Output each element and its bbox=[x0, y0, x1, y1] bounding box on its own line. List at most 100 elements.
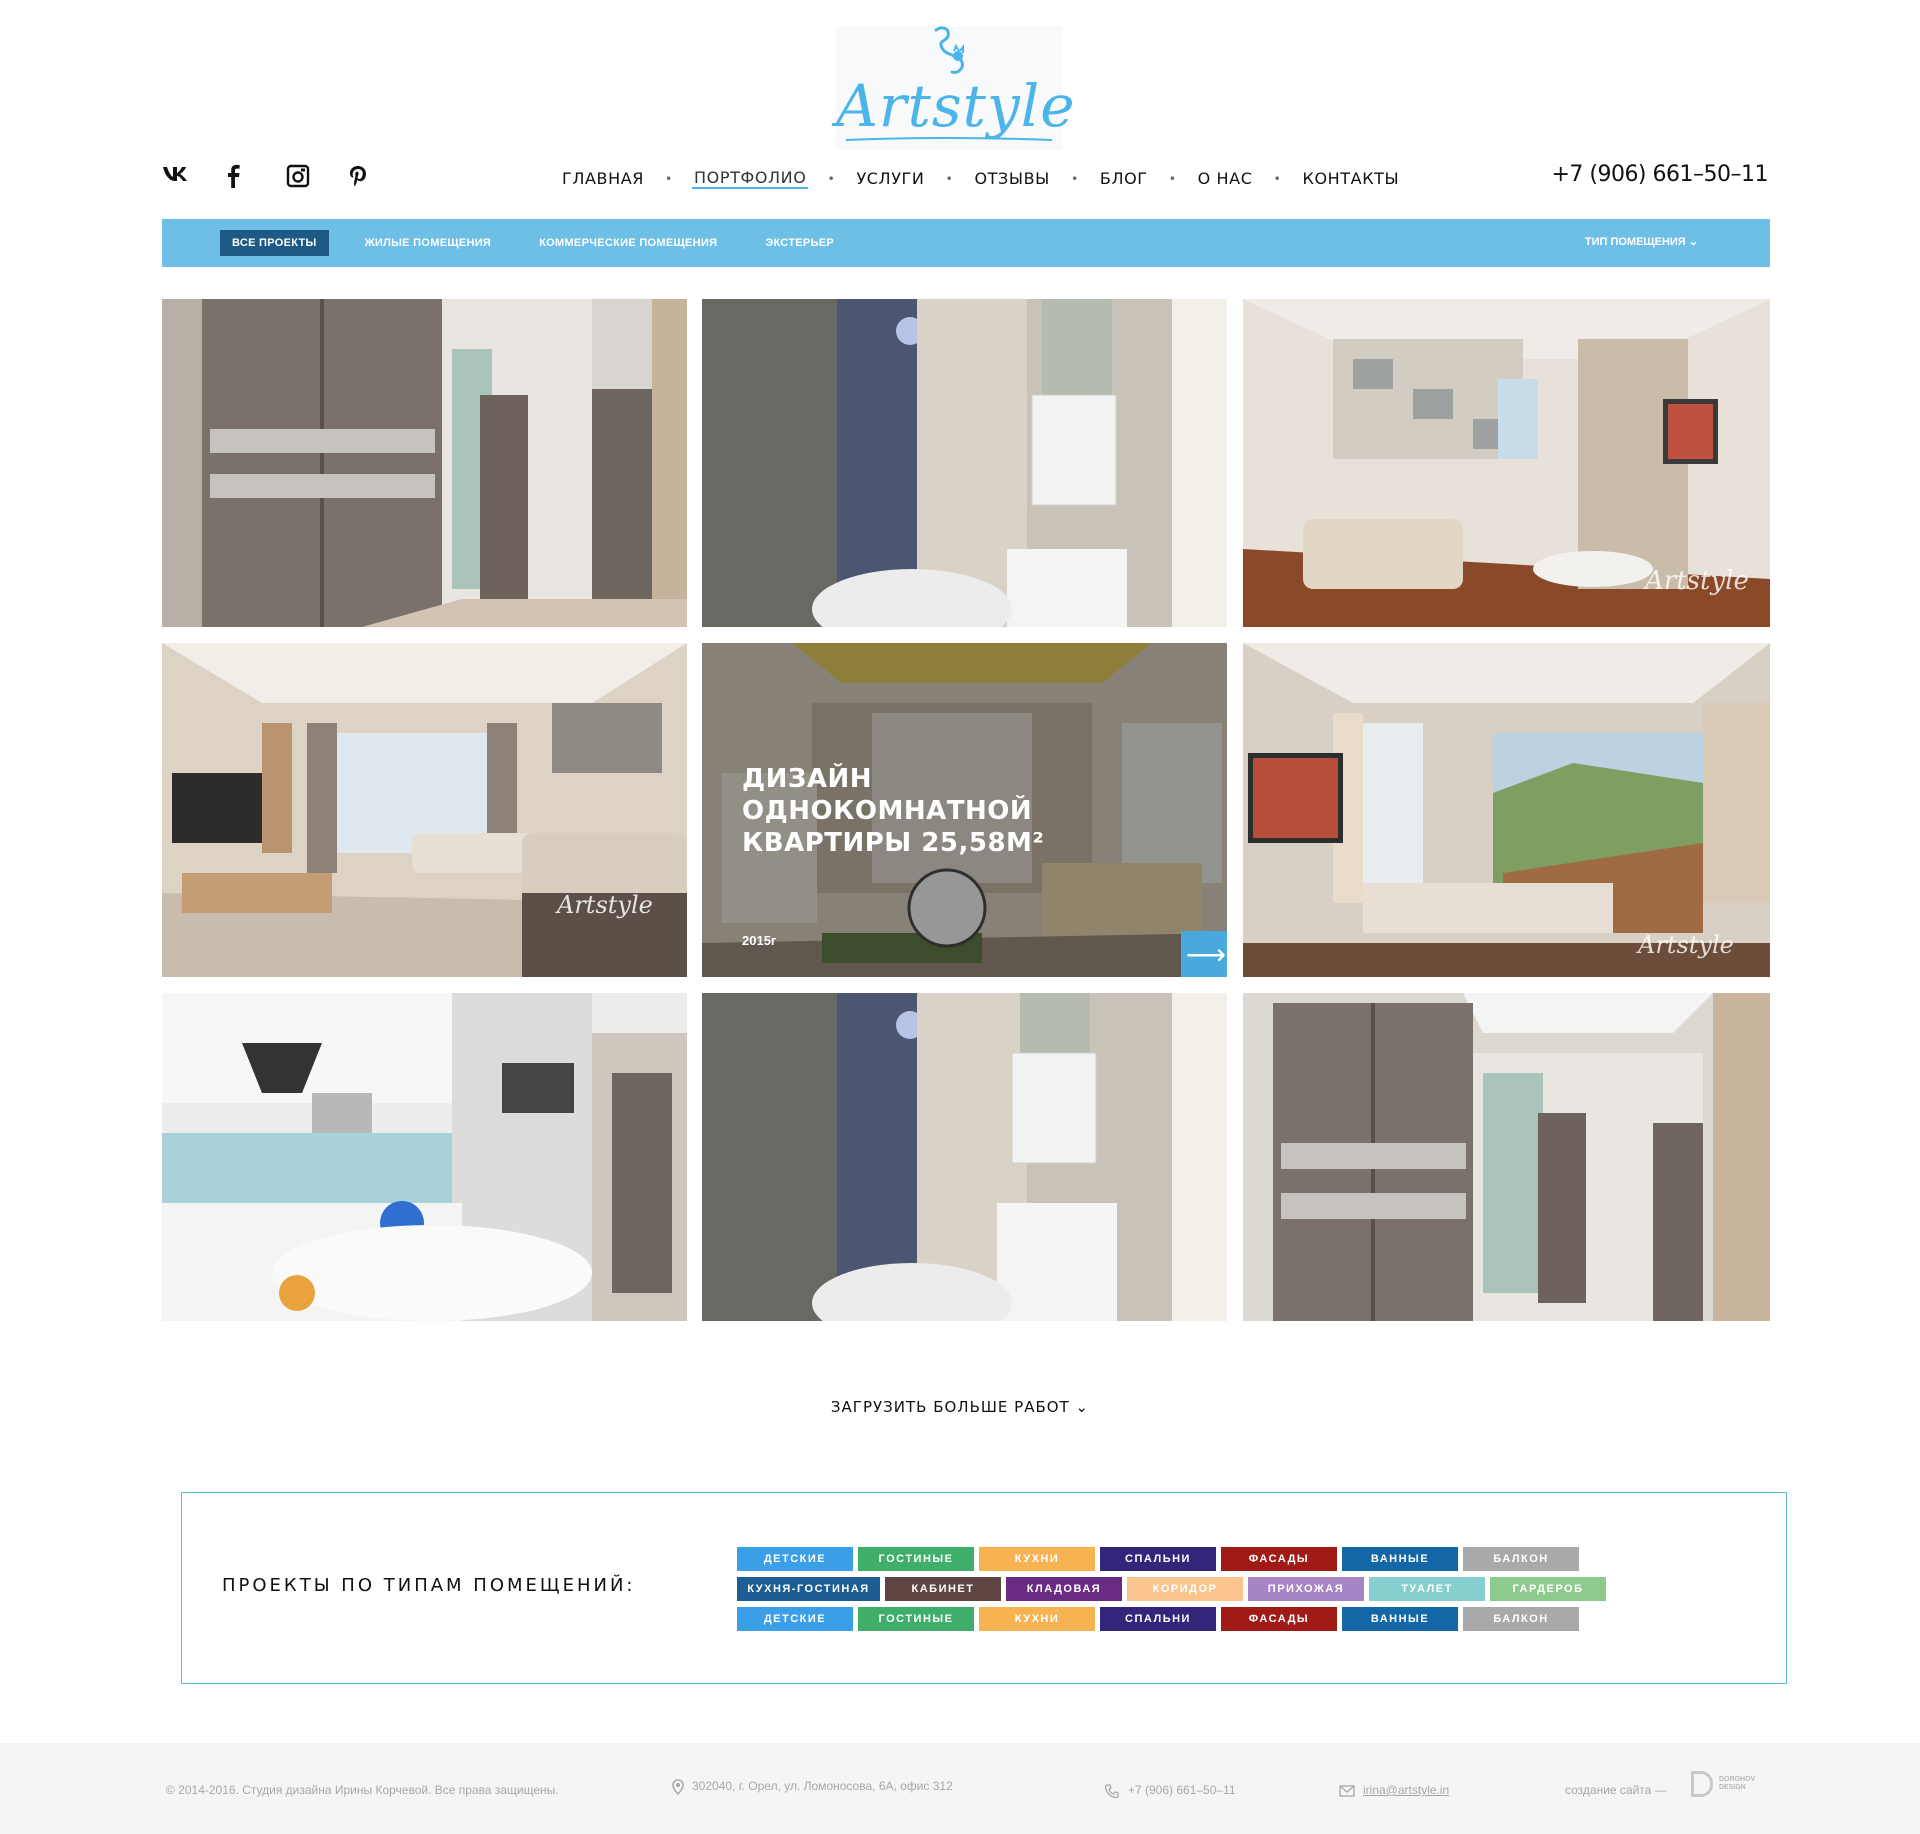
hallway-image bbox=[162, 299, 687, 627]
room-type-tag[interactable]: КАБИНЕТ bbox=[885, 1577, 1001, 1601]
hallway-2-image bbox=[1243, 993, 1770, 1321]
tile-watermark: Artstyle bbox=[555, 891, 653, 919]
filter-exterior[interactable]: ЭКСТЕРЬЕР bbox=[765, 237, 834, 249]
address-text: 302040, г. Орел, ул. Ломоносова, 6А, офи… bbox=[692, 1779, 953, 1794]
bathroom-image bbox=[702, 299, 1227, 627]
nav-separator: • bbox=[827, 171, 836, 186]
vk-icon[interactable] bbox=[162, 164, 224, 192]
room-type-tag[interactable]: КОРИДОР bbox=[1127, 1577, 1243, 1601]
room-type-tag[interactable]: БАЛКОН bbox=[1463, 1547, 1579, 1571]
room-type-tag[interactable]: БАЛКОН bbox=[1463, 1607, 1579, 1631]
study-image: Artstyle bbox=[1243, 299, 1770, 627]
nav-item-reviews[interactable]: ОТЗЫВЫ bbox=[972, 169, 1051, 188]
room-types-panel: ПРОЕКТЫ ПО ТИПАМ ПОМЕЩЕНИЙ: ДЕТСКИЕ ГОСТИ… bbox=[181, 1492, 1787, 1684]
portfolio-tile-hallway[interactable] bbox=[162, 299, 687, 627]
credit-brand-2: DESIGN bbox=[1719, 1784, 1746, 1791]
site-credit-text: создание сайта — bbox=[1565, 1783, 1667, 1797]
nav-separator: • bbox=[1071, 171, 1079, 186]
room-type-tag-row: ДЕТСКИЕ ГОСТИНЫЕ КУХНИ СПАЛЬНИ ФАСАДЫ ВАННЫЕ Б… bbox=[737, 1547, 1611, 1571]
portfolio-tile-bathroom[interactable] bbox=[702, 299, 1227, 627]
mural-room-image: Artstyle bbox=[1243, 643, 1770, 977]
featured-year: 2015г bbox=[742, 933, 777, 948]
tile-watermark: Artstyle bbox=[1636, 931, 1734, 959]
filter-residential[interactable]: ЖИЛЫЕ ПОМЕЩЕНИЯ bbox=[365, 237, 492, 249]
room-type-tag[interactable]: ГАРДЕРОБ bbox=[1490, 1577, 1606, 1601]
nav-separator: • bbox=[1273, 171, 1282, 186]
nav-item-portfolio[interactable]: ПОРТФОЛИО bbox=[692, 168, 809, 189]
facebook-icon[interactable] bbox=[224, 164, 286, 192]
cat-logo-icon bbox=[934, 26, 964, 74]
instagram-icon[interactable] bbox=[286, 164, 348, 192]
room-type-dropdown[interactable]: ТИП ПОМЕЩЕНИЯ ⌄ bbox=[1585, 235, 1698, 248]
footer-phone-text[interactable]: +7 (906) 661–50–11 bbox=[1128, 1783, 1236, 1797]
living-room-image: Artstyle bbox=[162, 643, 687, 977]
room-type-tag[interactable]: ПРИХОЖАЯ bbox=[1248, 1577, 1364, 1601]
portfolio-tile-featured[interactable]: ДИЗАЙН ОДНОКОМНАТНОЙ КВАРТИРЫ 25,58М² 20… bbox=[702, 643, 1227, 977]
room-type-tag[interactable]: СПАЛЬНИ bbox=[1100, 1607, 1216, 1631]
filter-all-projects[interactable]: ВСЕ ПРОЕКТЫ bbox=[220, 230, 329, 256]
room-type-tags: ДЕТСКИЕ ГОСТИНЫЕ КУХНИ СПАЛЬНИ ФАСАДЫ ВАННЫЕ Б… bbox=[737, 1547, 1611, 1637]
room-type-tag[interactable]: КЛАДОВАЯ bbox=[1006, 1577, 1122, 1601]
d-logo-icon bbox=[1691, 1771, 1713, 1797]
room-type-tag[interactable]: ФАСАДЫ bbox=[1221, 1607, 1337, 1631]
room-type-tag[interactable]: КУХНЯ-ГОСТИНАЯ bbox=[737, 1577, 880, 1601]
room-type-tag[interactable]: ГОСТИНЫЕ bbox=[858, 1607, 974, 1631]
room-type-tag-row: ДЕТСКИЕ ГОСТИНЫЕ КУХНИ СПАЛЬНИ ФАСАДЫ ВАННЫЕ Б… bbox=[737, 1607, 1611, 1631]
copyright-text: © 2014-2016. Студия дизайна Ирины Корчев… bbox=[166, 1783, 559, 1797]
room-type-tag[interactable]: ВАННЫЕ bbox=[1342, 1607, 1458, 1631]
filter-commercial[interactable]: КОММЕРЧЕСКИЕ ПОМЕЩЕНИЯ bbox=[539, 237, 717, 249]
room-type-tag[interactable]: ДЕТСКИЕ bbox=[737, 1547, 853, 1571]
room-type-tag[interactable]: КУХНИ bbox=[979, 1607, 1095, 1631]
room-types-title: ПРОЕКТЫ ПО ТИПАМ ПОМЕЩЕНИЙ: bbox=[222, 1575, 636, 1596]
main-nav: ГЛАВНАЯ • ПОРТФОЛИО • УСЛУГИ • ОТЗЫВЫ • … bbox=[560, 168, 1401, 189]
arrow-right-icon[interactable]: ⟶ bbox=[1181, 931, 1227, 977]
portfolio-tile-bathroom-2[interactable] bbox=[702, 993, 1227, 1321]
room-type-tag[interactable]: СПАЛЬНИ bbox=[1100, 1547, 1216, 1571]
logo-text: Artstyle bbox=[836, 72, 1076, 140]
kitchen-image bbox=[162, 993, 687, 1321]
room-type-tag[interactable]: ФАСАДЫ bbox=[1221, 1547, 1337, 1571]
header-phone[interactable]: +7 (906) 661–50–11 bbox=[1551, 162, 1768, 187]
load-more-button[interactable]: ЗАГРУЗИТЬ БОЛЬШЕ РАБОТ ⌄ bbox=[0, 1398, 1920, 1416]
nav-separator: • bbox=[665, 171, 673, 186]
nav-item-contacts[interactable]: КОНТАКТЫ bbox=[1301, 169, 1402, 188]
portfolio-tile-living-room[interactable]: Artstyle bbox=[162, 643, 687, 977]
room-type-tag[interactable]: ГОСТИНЫЕ bbox=[858, 1547, 974, 1571]
nav-item-blog[interactable]: БЛОГ bbox=[1098, 169, 1150, 188]
tile-watermark: Artstyle bbox=[1643, 566, 1749, 596]
logo-underline bbox=[845, 137, 1053, 141]
featured-overlay: ДИЗАЙН ОДНОКОМНАТНОЙ КВАРТИРЫ 25,58М² 20… bbox=[702, 643, 1227, 977]
portfolio-tile-hallway-2[interactable] bbox=[1243, 993, 1770, 1321]
nav-item-about[interactable]: О НАС bbox=[1196, 169, 1255, 188]
footer-address: 302040, г. Орел, ул. Ломоносова, 6А, офи… bbox=[672, 1779, 953, 1796]
portfolio-tile-kids-room[interactable]: Artstyle bbox=[1243, 643, 1770, 977]
pinterest-icon[interactable] bbox=[348, 164, 410, 192]
featured-title: ДИЗАЙН ОДНОКОМНАТНОЙ КВАРТИРЫ 25,58М² bbox=[742, 763, 1044, 859]
room-type-tag-row: КУХНЯ-ГОСТИНАЯ КАБИНЕТ КЛАДОВАЯ КОРИДОР ПРИХ… bbox=[737, 1577, 1611, 1601]
social-links bbox=[162, 164, 410, 192]
site-logo[interactable]: Artstyle bbox=[836, 26, 1076, 150]
dorohov-design-logo[interactable]: DOROHOV DESIGN bbox=[1691, 1771, 1755, 1797]
portfolio-tile-kitchen[interactable] bbox=[162, 993, 687, 1321]
location-pin-icon bbox=[672, 1779, 684, 1796]
featured-title-line-3: КВАРТИРЫ 25,58М² bbox=[742, 828, 1045, 858]
nav-item-services[interactable]: УСЛУГИ bbox=[854, 169, 926, 188]
nav-item-home[interactable]: ГЛАВНАЯ bbox=[560, 169, 646, 188]
email-link[interactable]: irina@artstyle.in bbox=[1363, 1783, 1449, 1797]
portfolio-filter-bar: ВСЕ ПРОЕКТЫ ЖИЛЫЕ ПОМЕЩЕНИЯ КОММЕРЧЕСКИЕ… bbox=[162, 219, 1770, 267]
room-type-tag[interactable]: ТУАЛЕТ bbox=[1369, 1577, 1485, 1601]
portfolio-grid: Artstyle Artstyle ДИЗАЙН ОДНОКОМНАТНОЙ К… bbox=[162, 299, 1770, 1325]
featured-title-line-2: ОДНОКОМНАТНОЙ bbox=[742, 796, 1033, 826]
room-type-tag[interactable]: ДЕТСКИЕ bbox=[737, 1607, 853, 1631]
footer: © 2014-2016. Студия дизайна Ирины Корчев… bbox=[0, 1743, 1920, 1834]
credit-brand-1: DOROHOV bbox=[1719, 1776, 1756, 1783]
mail-icon bbox=[1339, 1785, 1355, 1797]
room-type-tag[interactable]: КУХНИ bbox=[979, 1547, 1095, 1571]
nav-separator: • bbox=[1168, 171, 1177, 186]
footer-email: irina@artstyle.in bbox=[1339, 1783, 1449, 1797]
featured-title-line-1: ДИЗАЙН bbox=[742, 764, 873, 794]
bathroom-2-image bbox=[702, 993, 1227, 1321]
room-type-tag[interactable]: ВАННЫЕ bbox=[1342, 1547, 1458, 1571]
footer-phone: +7 (906) 661–50–11 bbox=[1104, 1783, 1236, 1799]
portfolio-tile-study[interactable]: Artstyle bbox=[1243, 299, 1770, 627]
